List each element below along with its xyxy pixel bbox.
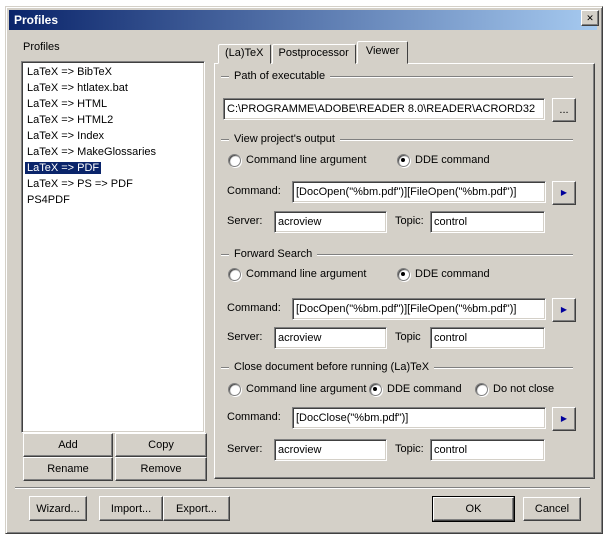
server-label: Server: <box>227 331 262 343</box>
group-title: Close document before running (La)TeX <box>229 361 434 373</box>
tab-latex[interactable]: (La)TeX <box>218 44 271 64</box>
copy-button[interactable]: Copy <box>115 433 207 457</box>
radio-icon <box>397 268 410 281</box>
fwd-command-expand-button[interactable]: ▶ <box>552 298 576 322</box>
fwd-dde-radio[interactable]: DDE command <box>397 268 490 280</box>
close-dde-radio[interactable]: DDE command <box>369 383 462 395</box>
close-command-expand-button[interactable]: ▶ <box>552 407 576 431</box>
add-button[interactable]: Add <box>23 433 113 457</box>
close-server-input[interactable] <box>274 439 387 461</box>
export-button[interactable]: Export... <box>163 496 230 521</box>
footer-separator <box>15 487 590 489</box>
group-title: Forward Search <box>229 248 317 260</box>
view-dde-radio[interactable]: DDE command <box>397 154 490 166</box>
browse-button[interactable]: ... <box>552 98 576 122</box>
close-topic-input[interactable] <box>430 439 545 461</box>
profiles-list-label: Profiles <box>23 41 60 53</box>
tab-postprocessor[interactable]: Postprocessor <box>272 44 356 64</box>
view-command-input[interactable] <box>292 181 546 203</box>
radio-icon <box>397 154 410 167</box>
view-topic-input[interactable] <box>430 211 545 233</box>
title-bar[interactable]: Profiles <box>9 10 597 30</box>
list-item[interactable]: LaTeX => PS => PDF <box>22 176 204 192</box>
list-item[interactable]: PS4PDF <box>22 192 204 208</box>
close-document-group: Close document before running (La)TeX <box>221 362 573 374</box>
fwd-command-input[interactable] <box>292 298 546 320</box>
view-server-input[interactable] <box>274 211 387 233</box>
tab-viewer[interactable]: Viewer <box>357 41 408 64</box>
rename-button[interactable]: Rename <box>23 457 113 481</box>
command-label: Command: <box>227 411 281 423</box>
radio-icon <box>228 268 241 281</box>
topic-label: Topic: <box>395 443 424 455</box>
remove-button[interactable]: Remove <box>115 457 207 481</box>
group-title: View project's output <box>229 133 340 145</box>
window-title: Profiles <box>9 13 58 27</box>
viewer-tab-page: Path of executable ... View project's ou… <box>214 63 595 479</box>
topic-label: Topic: <box>395 215 424 227</box>
path-of-executable-group: Path of executable <box>221 71 573 83</box>
profiles-listbox[interactable]: LaTeX => BibTeX LaTeX => htlatex.bat LaT… <box>21 61 205 433</box>
close-cmdline-radio[interactable]: Command line argument <box>228 383 366 395</box>
command-label: Command: <box>227 302 281 314</box>
list-item[interactable]: LaTeX => HTML2 <box>22 112 204 128</box>
fwd-topic-input[interactable] <box>430 327 545 349</box>
view-command-expand-button[interactable]: ▶ <box>552 181 576 205</box>
list-item[interactable]: LaTeX => BibTeX <box>22 64 204 80</box>
radio-icon <box>475 383 488 396</box>
wizard-button[interactable]: Wizard... <box>29 496 87 521</box>
right-arrow-icon: ▶ <box>561 415 567 423</box>
fwd-cmdline-radio[interactable]: Command line argument <box>228 268 366 280</box>
radio-icon <box>228 383 241 396</box>
list-item[interactable]: LaTeX => Index <box>22 128 204 144</box>
view-cmdline-radio[interactable]: Command line argument <box>228 154 366 166</box>
list-item-selected[interactable]: LaTeX => PDF <box>22 160 204 176</box>
server-label: Server: <box>227 443 262 455</box>
close-command-input[interactable] <box>292 407 546 429</box>
command-label: Command: <box>227 185 281 197</box>
topic-label: Topic <box>395 331 421 343</box>
executable-path-input[interactable] <box>223 98 545 120</box>
import-button[interactable]: Import... <box>99 496 163 521</box>
list-item[interactable]: LaTeX => MakeGlossaries <box>22 144 204 160</box>
tab-strip: (La)TeX Postprocessor Viewer <box>218 43 409 64</box>
close-donot-radio[interactable]: Do not close <box>475 383 554 395</box>
radio-icon <box>369 383 382 396</box>
ok-button[interactable]: OK <box>433 497 514 521</box>
fwd-server-input[interactable] <box>274 327 387 349</box>
radio-icon <box>228 154 241 167</box>
view-output-group: View project's output <box>221 134 573 146</box>
right-arrow-icon: ▶ <box>561 306 567 314</box>
list-item[interactable]: LaTeX => htlatex.bat <box>22 80 204 96</box>
list-item[interactable]: LaTeX => HTML <box>22 96 204 112</box>
group-title: Path of executable <box>229 70 330 82</box>
right-arrow-icon: ▶ <box>561 189 567 197</box>
close-icon: ✕ <box>586 14 594 23</box>
forward-search-group: Forward Search <box>221 249 573 261</box>
profiles-dialog: Profiles ✕ Profiles LaTeX => BibTeX LaTe… <box>5 6 603 534</box>
server-label: Server: <box>227 215 262 227</box>
close-button[interactable]: ✕ <box>581 10 599 26</box>
cancel-button[interactable]: Cancel <box>523 497 581 521</box>
